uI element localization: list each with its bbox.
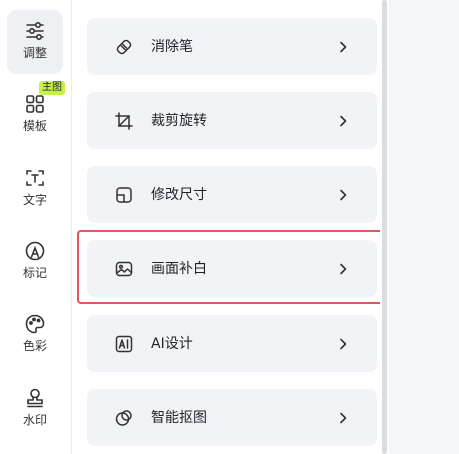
nav-label: 色彩 xyxy=(22,339,47,353)
tool-label: 裁剪旋转 xyxy=(151,112,207,129)
tool-card-cutout[interactable]: 智能抠图 xyxy=(87,389,377,446)
tool-card-ai-design[interactable]: AI设计 xyxy=(87,315,377,372)
canvas-area xyxy=(389,0,459,454)
chevron-right-icon xyxy=(340,41,347,52)
chevron-right-icon xyxy=(340,412,347,423)
tool-label: 修改尺寸 xyxy=(151,186,207,203)
marker-icon xyxy=(25,241,45,261)
palette-icon xyxy=(25,314,45,334)
tool-card-resize[interactable]: 修改尺寸 xyxy=(87,166,377,223)
nav-label: 调整 xyxy=(22,46,47,60)
template-badge: 主图 xyxy=(39,81,65,95)
image-fill-icon xyxy=(115,261,133,276)
tool-card-eraser[interactable]: 消除笔 xyxy=(87,18,377,75)
nav-item-marker[interactable]: 标记 xyxy=(7,230,63,294)
cutout-icon xyxy=(115,409,132,426)
tool-card-crop[interactable]: 裁剪旋转 xyxy=(87,92,377,149)
tool-label: 智能抠图 xyxy=(151,409,207,426)
chevron-right-icon xyxy=(340,115,347,126)
chevron-right-icon xyxy=(340,263,347,274)
tools-panel: 消除笔 裁剪旋转 修改尺寸 画面补白 AI设计 智能抠图 xyxy=(72,0,380,454)
nav-label: 水印 xyxy=(22,413,47,427)
nav-label: 标记 xyxy=(22,266,47,280)
sliders-icon xyxy=(26,21,44,41)
chevron-right-icon xyxy=(340,338,347,349)
nav-item-adjust[interactable]: 调整 xyxy=(7,10,63,74)
tool-label: AI设计 xyxy=(151,335,193,352)
chevron-right-icon xyxy=(340,189,347,200)
resize-icon xyxy=(116,186,132,203)
nav-item-watermark[interactable]: 水印 xyxy=(7,377,63,441)
nav-label: 模板 xyxy=(22,119,47,133)
nav-item-text[interactable]: 文字 xyxy=(7,157,63,221)
ai-icon xyxy=(115,335,133,352)
sidebar: 调整 模板 主图 文字 标记 色彩 水印 xyxy=(0,0,72,454)
text-icon xyxy=(26,170,44,186)
nav-item-color[interactable]: 色彩 xyxy=(7,303,63,367)
tool-card-image-fill[interactable]: 画面补白 xyxy=(87,240,377,297)
tool-label: 画面补白 xyxy=(151,260,207,277)
eraser-icon xyxy=(116,39,132,54)
nav-label: 文字 xyxy=(22,193,47,207)
template-grid-icon xyxy=(26,95,44,113)
scrollbar-thumb[interactable] xyxy=(382,0,387,454)
watermark-icon xyxy=(27,388,43,408)
crop-icon xyxy=(115,111,133,130)
tool-label: 消除笔 xyxy=(151,38,193,55)
